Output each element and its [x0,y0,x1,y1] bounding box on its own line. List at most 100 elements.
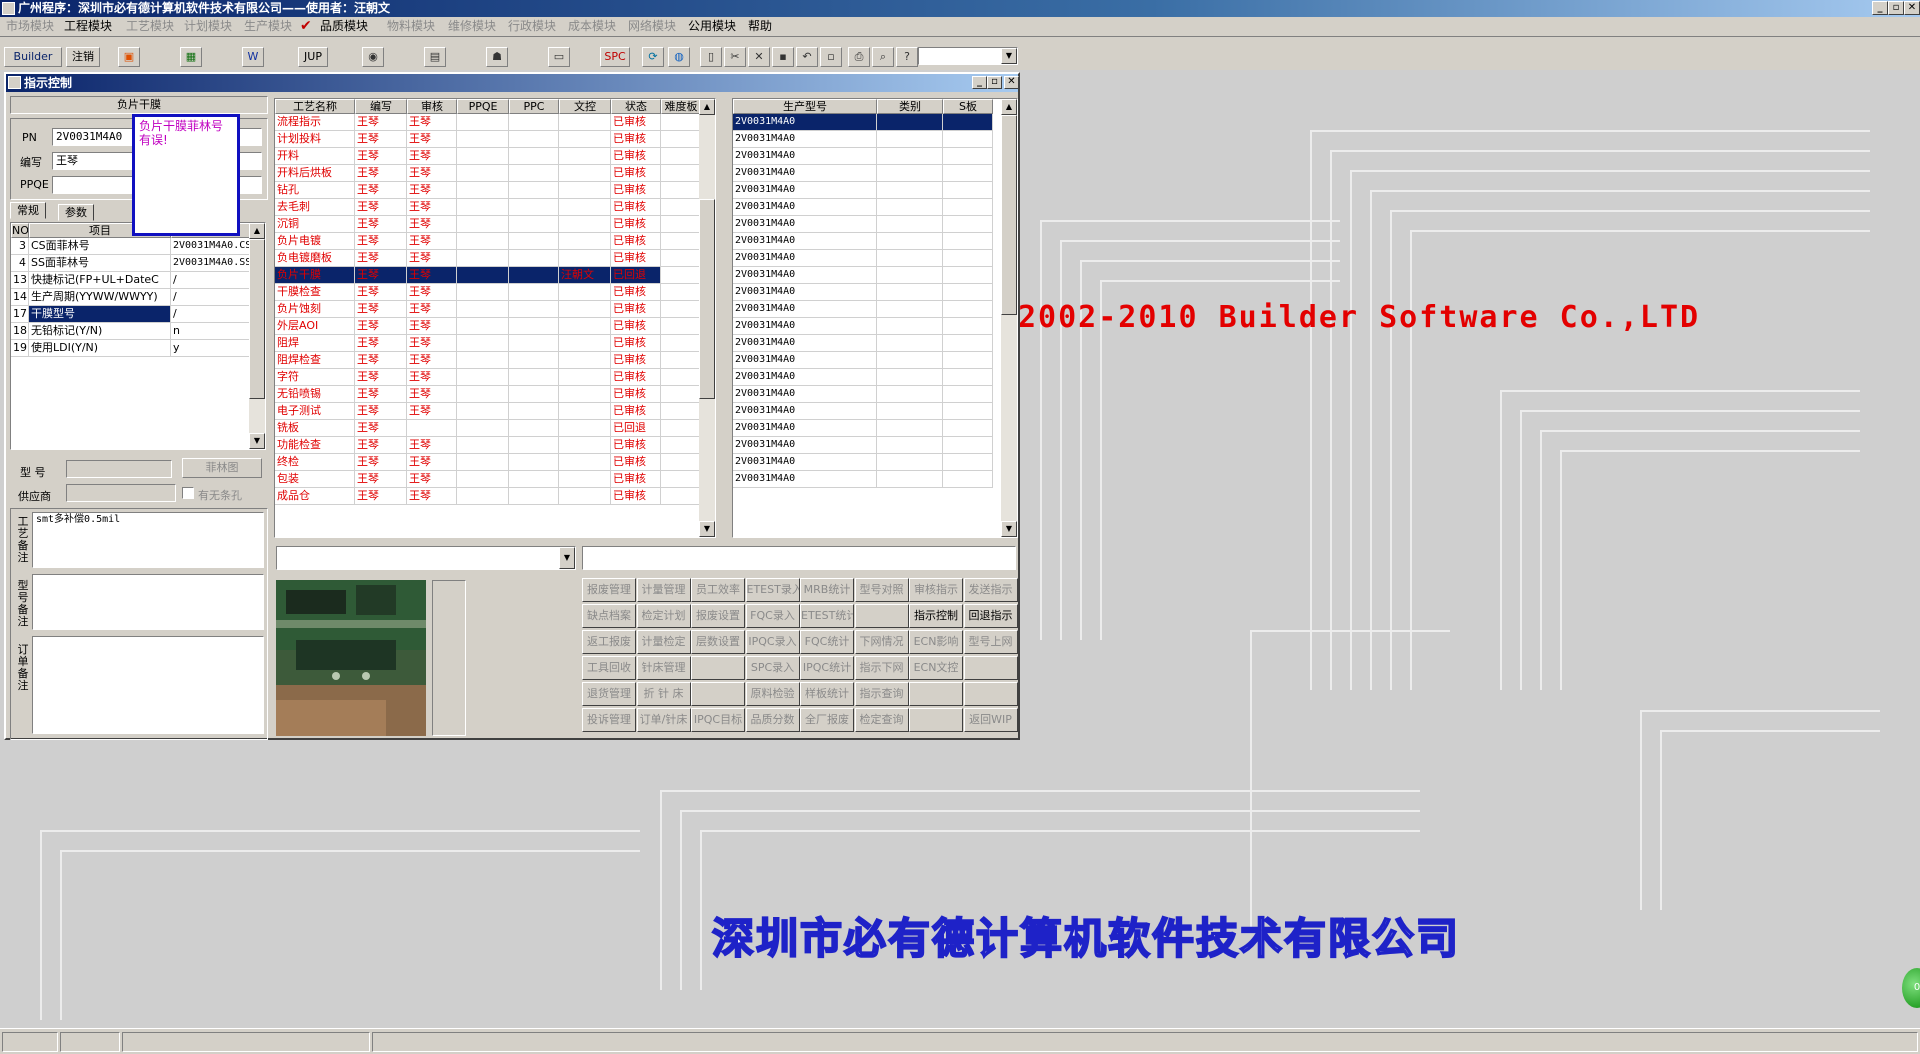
function-button[interactable]: 返回WIP [963,708,1018,732]
function-button[interactable] [909,682,963,706]
scroll-up-icon[interactable]: ▲ [1001,99,1017,115]
table-row[interactable]: 流程指示 王琴 王琴 已审核 [275,114,701,131]
model-scrollbar[interactable]: ▲ ▼ [1001,99,1017,537]
function-button[interactable] [691,682,745,706]
function-button[interactable]: ECN影响 [909,630,963,654]
function-button[interactable]: 检定计划 [636,604,691,628]
scroll-thumb[interactable] [1001,115,1017,315]
find-icon[interactable]: ⌕ [872,47,894,67]
function-button[interactable]: 检定查询 [854,708,909,732]
function-button[interactable]: 指示下网 [854,656,909,680]
menu-common[interactable]: 公用模块 [688,19,736,34]
word-icon[interactable]: W [242,47,264,67]
menu-engineering[interactable]: 工程模块 [64,19,112,34]
table-row[interactable]: 干膜检查 王琴 王琴 已审核 [275,284,701,301]
menu-cost[interactable]: 成本模块 [568,19,616,34]
menu-craft[interactable]: 工艺模块 [126,19,174,34]
table-row[interactable]: 负片干膜 王琴 王琴 汪朝文 已回退 [275,267,701,284]
function-button[interactable]: 指示查询 [854,682,909,706]
table-row[interactable]: 计划投料 王琴 王琴 已审核 [275,131,701,148]
scroll-thumb[interactable] [249,239,265,399]
table-row[interactable]: 开料 王琴 王琴 已审核 [275,148,701,165]
table-row[interactable]: 钻孔 王琴 王琴 已审核 [275,182,701,199]
table-row[interactable]: 18 无铅标记(Y/N) n [11,323,251,340]
excel-icon[interactable]: ▦ [180,47,202,67]
menu-quality[interactable]: 品质模块 [320,19,368,34]
globe-icon[interactable]: ◍ [668,47,690,67]
table-row[interactable]: 14 生产周期(YYWW/WWYY) / [11,289,251,306]
film-button[interactable]: 菲林图 [182,458,262,478]
table-row[interactable]: 沉铜 王琴 王琴 已审核 [275,216,701,233]
model-field[interactable] [66,460,172,478]
toolbar-dropdown[interactable]: ▼ [918,47,1018,65]
table-row[interactable]: 2V0031M4A0 [733,250,993,267]
function-button[interactable]: IPQC目标 [691,708,745,732]
function-button[interactable]: 订单/针床 [636,708,691,732]
function-button[interactable]: 样板统计 [800,682,854,706]
no-hole-checkbox[interactable] [182,487,194,499]
table-row[interactable]: 2V0031M4A0 [733,403,993,420]
table-row[interactable]: 功能检查 王琴 王琴 已审核 [275,437,701,454]
scroll-down-icon[interactable]: ▼ [249,433,265,449]
order-note-field[interactable] [32,636,264,734]
table-row[interactable]: 2V0031M4A0 [733,352,993,369]
function-button[interactable]: 缺点档案 [582,604,636,628]
menu-repair[interactable]: 维修模块 [448,19,496,34]
function-button[interactable]: IPQC统计 [800,656,854,680]
function-button[interactable]: 返工报废 [582,630,636,654]
function-button[interactable]: 发送指示 [963,578,1018,602]
refresh-icon[interactable]: ⟳ [642,47,664,67]
function-button[interactable]: 审核指示 [909,578,963,602]
function-button[interactable] [963,682,1018,706]
menu-market[interactable]: 市场模块 [6,19,54,34]
chevron-down-icon[interactable]: ▼ [559,547,575,569]
table-row[interactable]: 3 CS面菲林号 2V0031M4A0.CS [11,238,251,255]
table-row[interactable]: 13 快捷标记(FP+UL+DateC / [11,272,251,289]
scroll-down-icon[interactable]: ▼ [699,521,715,537]
chevron-down-icon[interactable]: ▼ [1001,48,1017,64]
process-scrollbar[interactable]: ▲ ▼ [699,99,715,537]
table-row[interactable]: 2V0031M4A0 [733,267,993,284]
table-row[interactable]: 2V0031M4A0 [733,301,993,318]
logout-button[interactable]: 注销 [66,47,100,67]
filter-text-field[interactable] [582,546,1016,570]
function-button[interactable]: 型号上网 [963,630,1018,654]
function-button[interactable]: 全厂报废 [800,708,854,732]
function-button[interactable]: 工具回收 [582,656,636,680]
function-button[interactable]: 报废管理 [582,578,636,602]
function-button[interactable]: 指示控制 [909,604,963,628]
table-row[interactable]: 去毛刺 王琴 王琴 已审核 [275,199,701,216]
help-icon[interactable]: ? [896,47,918,67]
function-button[interactable]: 计量管理 [636,578,691,602]
menu-production[interactable]: 生产模块 [244,19,292,34]
table-row[interactable]: 17 干膜型号 / [11,306,251,323]
table-row[interactable]: 2V0031M4A0 [733,182,993,199]
cut-icon[interactable]: ✂ [724,47,746,67]
spc-button[interactable]: SPC [600,47,630,67]
supplier-field[interactable] [66,484,176,502]
process-note-field[interactable]: smt多补偿0.5mil [32,512,264,568]
table-row[interactable]: 外层AOI 王琴 王琴 已审核 [275,318,701,335]
function-button[interactable]: 针床管理 [636,656,691,680]
table-row[interactable]: 2V0031M4A0 [733,420,993,437]
function-button[interactable] [963,656,1018,680]
restore-icon[interactable]: ▫ [1888,1,1904,15]
table-row[interactable]: 2V0031M4A0 [733,148,993,165]
tab-params[interactable]: 参数 [58,204,94,221]
table-row[interactable]: 负片蚀刻 王琴 王琴 已审核 [275,301,701,318]
function-button[interactable]: ETEST录入 [745,578,800,602]
ppt-icon[interactable]: ▣ [118,47,140,67]
undo-icon[interactable]: ↶ [796,47,818,67]
table-row[interactable]: 2V0031M4A0 [733,284,993,301]
menu-admin[interactable]: 行政模块 [508,19,556,34]
builder-button[interactable]: Builder [4,47,62,67]
table-row[interactable]: 负电镀磨板 王琴 王琴 已审核 [275,250,701,267]
function-button[interactable]: 投诉管理 [582,708,636,732]
minimize-icon[interactable]: _ [1872,1,1888,15]
preview-icon[interactable]: ▫ [820,47,842,67]
table-row[interactable]: 铣板 王琴 已回退 [275,420,701,437]
table-row[interactable]: 2V0031M4A0 [733,131,993,148]
function-button[interactable]: SPC录入 [745,656,800,680]
function-button[interactable]: 下网情况 [854,630,909,654]
function-button[interactable] [909,708,963,732]
